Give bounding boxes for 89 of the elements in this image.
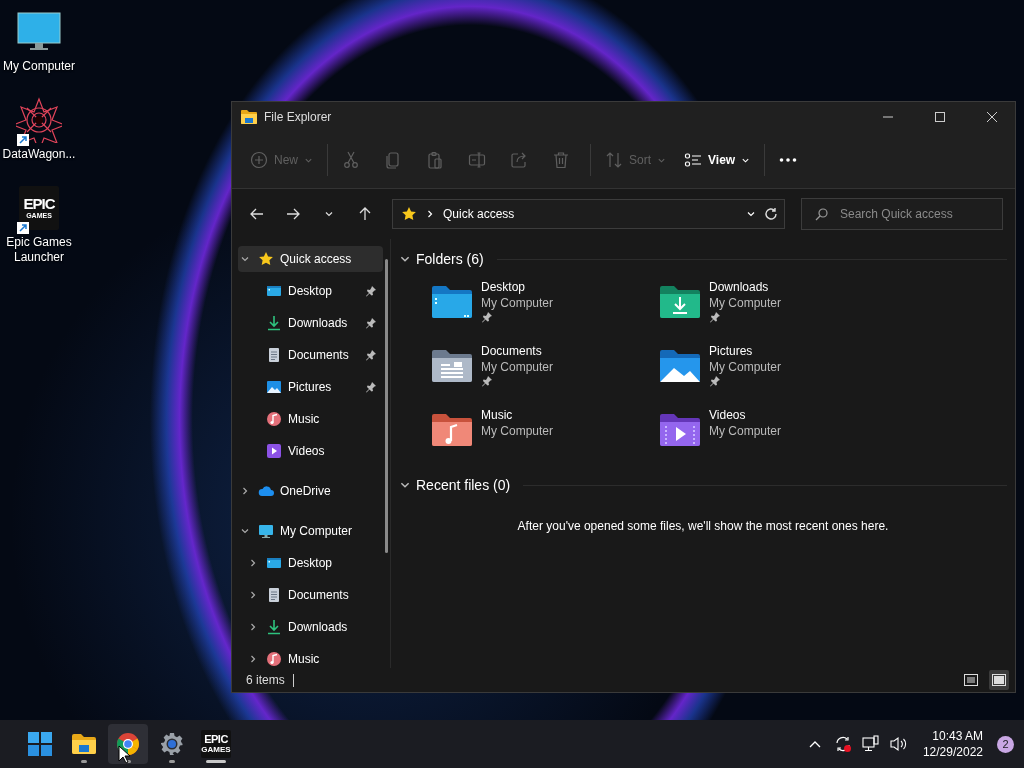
tiles-view-icon: [992, 674, 1006, 686]
desktop-folder-icon: [266, 283, 282, 299]
folder-icon: [429, 412, 475, 448]
view-button[interactable]: View: [676, 142, 759, 178]
star-icon: [258, 251, 274, 267]
monitor-icon: [258, 523, 274, 539]
nav-item[interactable]: My Computer: [238, 518, 384, 544]
epic-taskbar-button[interactable]: EPIC GAMES: [196, 724, 236, 764]
nav-item[interactable]: Downloads: [246, 310, 384, 336]
document-icon: [266, 347, 282, 363]
picture-icon: [266, 379, 282, 395]
folder-item[interactable]: Videos My Computer: [657, 407, 885, 463]
star-icon: [401, 206, 417, 222]
folder-icon: [429, 348, 475, 384]
nav-item[interactable]: Music: [246, 646, 384, 668]
chevron-down-icon: [324, 209, 334, 219]
nav-item[interactable]: Documents: [246, 342, 384, 368]
folder-item[interactable]: Downloads My Computer: [657, 279, 885, 335]
nav-item[interactable]: Desktop: [246, 278, 384, 304]
speaker-icon: [889, 736, 908, 752]
folder-icon: [657, 348, 703, 384]
folder-item[interactable]: Music My Computer: [429, 407, 657, 463]
details-view-icon: [964, 674, 978, 686]
folder-icon: [657, 284, 703, 320]
chevron-down-icon: [746, 209, 756, 219]
clock[interactable]: 10:43 AM 12/29/2022: [914, 728, 989, 760]
section-heading[interactable]: Recent files (0): [416, 477, 511, 493]
nav-item[interactable]: Documents: [246, 582, 384, 608]
download-arrow-icon: [266, 315, 282, 331]
folder-icon: [71, 733, 97, 755]
nav-item[interactable]: Desktop: [246, 550, 384, 576]
music-note-icon: [266, 651, 282, 667]
desktop-folder-icon: [266, 555, 282, 571]
arrow-right-icon: [286, 207, 300, 221]
chevron-right-icon: [248, 590, 258, 600]
folder-icon: [657, 412, 703, 448]
chevron-down-icon: [240, 254, 250, 264]
tiles-view-button[interactable]: [989, 670, 1009, 690]
document-icon: [266, 587, 282, 603]
chevron-right-icon: [425, 209, 435, 219]
desktop-icon-label[interactable]: Epic Games Launcher: [0, 235, 78, 265]
folder-item[interactable]: Pictures My Computer: [657, 343, 885, 399]
folder-icon: [240, 109, 258, 125]
network-icon: [861, 735, 880, 753]
folder-item[interactable]: Documents My Computer: [429, 343, 657, 399]
empty-message: After you've opened some files, we'll show the most recent ones here.: [516, 518, 890, 533]
section-heading[interactable]: Folders (6): [416, 251, 484, 267]
folder-item[interactable]: Desktop My Computer: [429, 279, 657, 335]
gear-icon: [160, 732, 184, 756]
search-field[interactable]: Search Quick access: [801, 198, 1003, 230]
nav-item[interactable]: OneDrive: [238, 478, 384, 504]
monitor-icon: [17, 12, 61, 52]
chevron-right-icon: [248, 622, 258, 632]
arrow-up-icon: [358, 207, 372, 221]
desktop-icon-label[interactable]: My Computer: [0, 59, 78, 74]
nav-item[interactable]: Quick access: [238, 246, 384, 272]
chevron-right-icon: [248, 654, 258, 664]
address-bar[interactable]: Quick access: [392, 199, 785, 229]
cloud-icon: [258, 483, 274, 499]
sync-icon: [833, 735, 852, 753]
epic-games-logo: EPIC GAMES: [201, 730, 231, 758]
item-count: 6 items: [246, 673, 285, 687]
chrome-taskbar-button[interactable]: [108, 724, 148, 764]
window-title: File Explorer: [264, 110, 333, 124]
refresh-icon[interactable]: [764, 207, 778, 221]
chevron-up-icon: [808, 740, 821, 748]
chevron-right-icon: [240, 486, 250, 496]
music-note-icon: [266, 411, 282, 427]
windows-logo-icon: [28, 732, 52, 756]
notification-badge[interactable]: 2: [997, 735, 1014, 753]
mouse-cursor-icon: [118, 745, 130, 764]
nav-item[interactable]: Music: [246, 406, 384, 432]
video-play-icon: [266, 443, 282, 459]
scrollbar[interactable]: [385, 259, 388, 553]
chevron-down-icon: [240, 526, 250, 536]
arrow-left-icon: [250, 207, 264, 221]
folder-icon: [429, 284, 475, 320]
maximize-icon: [935, 112, 945, 122]
desktop-icon-label[interactable]: DataWagon...: [0, 147, 78, 162]
minimize-icon: [883, 116, 893, 118]
nav-item[interactable]: Downloads: [246, 614, 384, 640]
download-arrow-icon: [266, 619, 282, 635]
search-icon: [815, 208, 828, 221]
nav-item[interactable]: Videos: [246, 438, 384, 464]
breadcrumb-link[interactable]: Quick access: [443, 207, 738, 221]
chevron-right-icon: [248, 558, 258, 568]
star-burst-icon: [16, 97, 62, 143]
nav-item[interactable]: Pictures: [246, 374, 384, 400]
close-icon: [987, 112, 997, 122]
